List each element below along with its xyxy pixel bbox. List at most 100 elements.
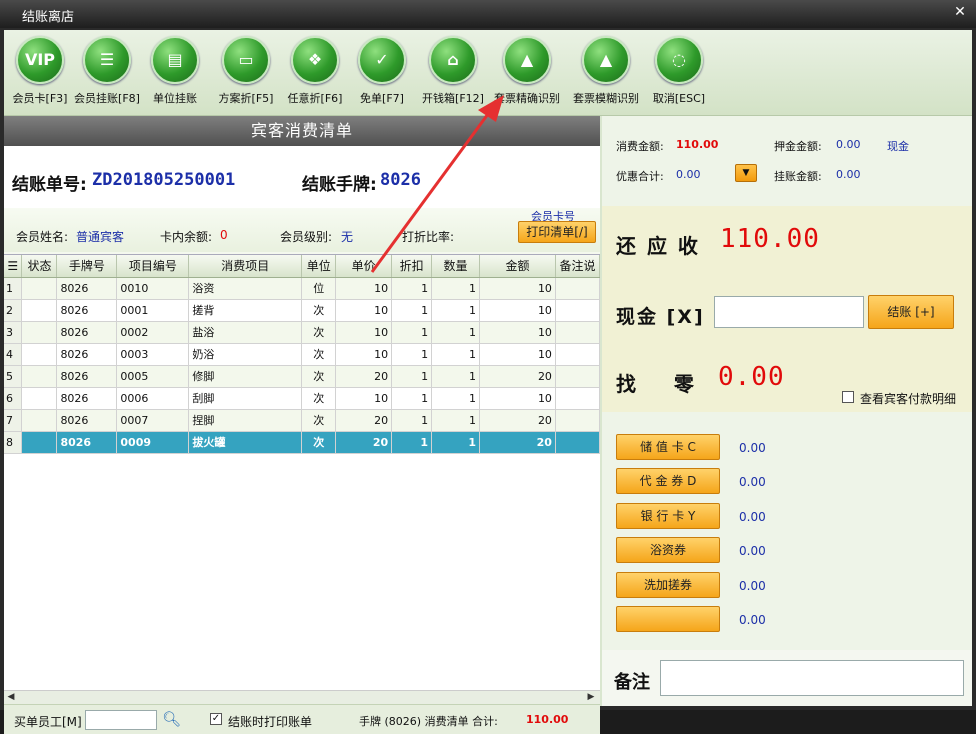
discount-rate-label: 打折比率: (402, 230, 455, 244)
member-name-value: 普通宾客 (76, 230, 125, 244)
detail-checkbox[interactable] (842, 391, 854, 403)
col-discount[interactable]: 折扣 (391, 255, 433, 278)
item-cell: 拔火罐 (188, 431, 303, 454)
toolbar-cancel-button[interactable]: ◌ 取消[ESC] (650, 36, 708, 106)
payment-methods: 储 值 卡 C 0.00 代 金 券 D 0.00 银 行 卡 Y 0.00 浴… (602, 412, 972, 650)
close-icon[interactable]: ✕ (952, 4, 968, 20)
row-selector-icon[interactable]: ☰ (4, 255, 23, 278)
toolbar-free-button[interactable]: ✓ 免单[F7] (356, 36, 408, 106)
status-cell (21, 365, 58, 388)
plate-cell: 8026 (56, 321, 118, 344)
member-info: 会员姓名: 普通宾客 卡内余额: 0 会员级别: 无 打折比率: 会员卡号 打印… (4, 208, 600, 252)
amount-cell: 10 (479, 343, 556, 366)
unit-cell: 次 (301, 431, 337, 454)
discount-cell: 1 (391, 431, 433, 454)
balance-value: 0 (220, 228, 228, 242)
toolbar-cash-drawer-button[interactable]: ⌂ 开钱箱[F12] (420, 36, 486, 106)
cash-input[interactable] (714, 296, 864, 328)
plate-cell: 8026 (56, 431, 118, 454)
qty-cell: 1 (431, 409, 481, 432)
toolbar-label: 单位挂账 (153, 92, 197, 105)
amount-cell: 20 (479, 409, 556, 432)
toolbar-plan-discount-button[interactable]: ▭ 方案折[F5] (217, 36, 275, 106)
window-title: 结账离店 (22, 10, 75, 25)
unit-cell: 次 (301, 299, 337, 322)
balance-label: 卡内余额: (160, 230, 213, 244)
remark-cell (555, 431, 601, 454)
ticket-exact-icon: ▲ (503, 36, 551, 84)
table-row[interactable]: 5 8026 0005 修脚次 20 1 1 20 (4, 365, 601, 388)
toolbar-member-card-button[interactable]: VIP 会员卡[F3] (12, 36, 68, 106)
toolbar-label: 免单[F7] (360, 92, 404, 105)
table-row[interactable]: 4 8026 0003 奶浴次 10 1 1 10 (4, 343, 601, 366)
search-icon[interactable]: 🔍︎ (162, 710, 181, 728)
col-amount[interactable]: 金额 (479, 255, 556, 278)
col-remark[interactable]: 备注说 (555, 255, 601, 278)
deposit-label: 押金金额: (774, 140, 822, 153)
price-cell: 10 (335, 321, 393, 344)
level-value: 无 (341, 230, 354, 244)
plate-cell: 8026 (56, 277, 118, 300)
bath-ticket-button[interactable]: 浴资券 (616, 537, 720, 563)
discount-dropdown-icon[interactable]: ▼ (735, 164, 757, 182)
table-row[interactable]: 1 8026 0010 浴资位 10 1 1 10 (4, 277, 601, 300)
item-code-cell: 0005 (116, 365, 190, 388)
discount-cell: 1 (391, 321, 433, 344)
summary-total: 110.00 (526, 713, 569, 726)
voucher-button[interactable]: 代 金 券 D (616, 468, 720, 494)
scroll-left-icon[interactable]: ◀ (4, 691, 18, 704)
item-code-cell: 0002 (116, 321, 190, 344)
toolbar-any-discount-button[interactable]: ❖ 任意折[F6] (286, 36, 344, 106)
toolbar-label: 会员卡[F3] (12, 92, 68, 105)
remark-input[interactable] (660, 660, 964, 696)
toolbar-company-credit-button[interactable]: ▤ 单位挂账 (147, 36, 203, 106)
col-status[interactable]: 状态 (21, 255, 58, 278)
toolbar: VIP 会员卡[F3] ☰ 会员挂账[F8] ▤ 单位挂账 ▭ 方案折[F5] ❖ 任意折… (4, 30, 972, 116)
item-code-cell: 0003 (116, 343, 190, 366)
discount-cell: 1 (391, 387, 433, 410)
table-row[interactable]: 6 8026 0006 刮脚次 10 1 1 10 (4, 387, 601, 410)
toolbar-ticket-exact-button[interactable]: ▲ 套票精确识别 (488, 36, 566, 106)
wash-scrub-ticket-button[interactable]: 洗加搓券 (616, 572, 720, 598)
bank-card-button[interactable]: 银 行 卡 Y (616, 503, 720, 529)
bill-no-value: ZD201805250001 (92, 170, 236, 190)
toolbar-member-credit-button[interactable]: ☰ 会员挂账[F8] (74, 36, 140, 106)
bill-info: 结账单号: ZD201805250001 结账手牌: 8026 (4, 146, 600, 208)
col-unit[interactable]: 单位 (301, 255, 337, 278)
col-price[interactable]: 单价 (335, 255, 393, 278)
qty-cell: 1 (431, 387, 481, 410)
plate-cell: 8026 (56, 387, 118, 410)
cash-label: 现金 [X] (616, 306, 705, 328)
buyer-input[interactable] (85, 710, 157, 730)
col-item-code[interactable]: 项目编号 (116, 255, 190, 278)
horizontal-scrollbar[interactable]: ◀ ▶ (4, 690, 600, 704)
price-cell: 10 (335, 299, 393, 322)
extra-payment-button[interactable] (616, 606, 720, 632)
print-list-button[interactable]: 打印清单[/] (518, 221, 596, 243)
table-row[interactable]: 3 8026 0002 盐浴次 10 1 1 10 (4, 321, 601, 344)
table-header: ☰ 状态 手牌号 项目编号 消费项目 单位 单价 折扣 数量 金额 备注说 (4, 255, 601, 278)
buyer-label: 买单员工[M] (14, 715, 82, 729)
item-cell: 奶浴 (188, 343, 303, 366)
item-cell: 盐浴 (188, 321, 303, 344)
price-cell: 10 (335, 277, 393, 300)
col-qty[interactable]: 数量 (431, 255, 481, 278)
amount-cell: 10 (479, 321, 556, 344)
discount-cell: 1 (391, 299, 433, 322)
voucher-amount: 0.00 (739, 475, 766, 489)
status-cell (21, 409, 58, 432)
table-row[interactable]: 8 8026 0009 拔火罐次 20 1 1 20 (4, 431, 601, 454)
plate-label: 结账手牌: (302, 175, 377, 195)
stored-card-button[interactable]: 储 值 卡 C (616, 434, 720, 460)
print-on-checkout-checkbox[interactable]: ✓ (210, 713, 222, 725)
item-code-cell: 0006 (116, 387, 190, 410)
plan-discount-icon: ▭ (222, 36, 270, 84)
table-row[interactable]: 2 8026 0001 搓背次 10 1 1 10 (4, 299, 601, 322)
checkout-button[interactable]: 结账 [+] (868, 295, 954, 329)
table-row[interactable]: 7 8026 0007 捏脚次 20 1 1 20 (4, 409, 601, 432)
col-item[interactable]: 消费项目 (188, 255, 303, 278)
col-plate[interactable]: 手牌号 (56, 255, 118, 278)
remark-cell (555, 365, 601, 388)
toolbar-ticket-fuzzy-button[interactable]: ▲ 套票模糊识别 (567, 36, 645, 106)
scroll-right-icon[interactable]: ▶ (584, 691, 598, 704)
